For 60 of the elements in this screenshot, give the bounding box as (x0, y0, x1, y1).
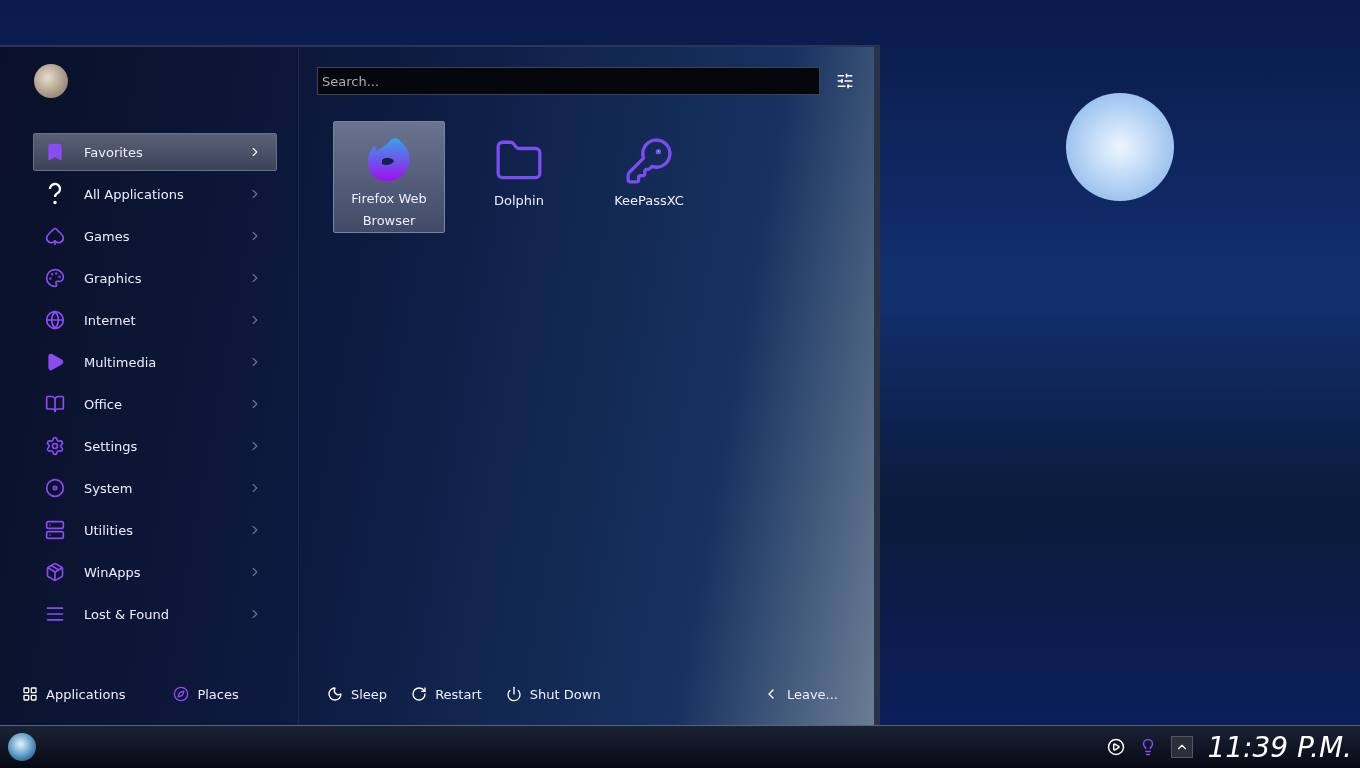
category-label: WinApps (84, 564, 142, 580)
category-item[interactable]: Games (33, 217, 277, 255)
question-mark-icon (47, 182, 63, 206)
category-label: All Applications (84, 186, 185, 202)
settings-icon (45, 436, 65, 456)
clock[interactable]: 11:39 P.M. (1207, 730, 1352, 764)
disc-icon (45, 478, 65, 498)
app-tile[interactable]: Dolphin (463, 121, 575, 233)
category-label: Internet (84, 312, 137, 328)
app-label: Dolphin (494, 192, 544, 210)
key-icon (624, 136, 674, 186)
start-orb[interactable] (8, 733, 36, 761)
category-item[interactable]: Lost & Found (33, 595, 277, 633)
grid-icon (22, 686, 38, 702)
category-label: Office (84, 396, 123, 412)
restart-icon (411, 686, 428, 702)
package-icon (45, 562, 65, 582)
app-tile[interactable]: Firefox Web Browser (333, 121, 445, 233)
category-item[interactable]: WinApps (33, 553, 277, 591)
search-field[interactable]: Search... (317, 67, 820, 95)
footer-tab[interactable]: Applications (22, 686, 126, 702)
category-item[interactable]: All Applications (33, 175, 277, 213)
category-item[interactable]: Settings (33, 427, 277, 465)
app-tile[interactable]: KeePassXC (593, 121, 705, 233)
power-button[interactable]: Sleep (327, 686, 388, 702)
power-button[interactable]: Restart (411, 686, 482, 702)
settings-icon[interactable] (836, 72, 854, 90)
server-icon (45, 520, 65, 540)
app-label: KeePassXC (614, 192, 684, 210)
category-label: Graphics (84, 270, 143, 286)
category-item[interactable]: Internet (33, 301, 277, 339)
category-item[interactable]: System (33, 469, 277, 507)
category-label: Multimedia (84, 354, 158, 370)
app-label: Firefox Web Browser (350, 190, 428, 230)
category-label: Favorites (84, 144, 144, 160)
tray-expand-button[interactable] (1171, 736, 1194, 758)
bookmark-icon (45, 142, 65, 162)
category-item[interactable]: Favorites (33, 133, 277, 171)
category-item[interactable]: Graphics (33, 259, 277, 297)
moon-icon (327, 686, 343, 702)
user-avatar[interactable] (34, 64, 68, 98)
footer-tab[interactable]: Places (173, 686, 239, 702)
category-label: System (84, 480, 134, 496)
leave-button[interactable]: Leave... (762, 686, 838, 702)
category-label: Games (84, 228, 131, 244)
power-button[interactable]: Shut Down (505, 686, 601, 702)
category-item[interactable]: Multimedia (33, 343, 277, 381)
category-label: Utilities (84, 522, 134, 538)
power-icon (505, 686, 522, 702)
book-icon (45, 394, 65, 414)
globe-icon (45, 310, 65, 330)
compass-icon (173, 686, 190, 702)
play-icon (45, 352, 65, 372)
category-label: Lost & Found (84, 606, 170, 622)
list-icon (45, 604, 65, 624)
play-icon[interactable] (1107, 738, 1126, 756)
category-item[interactable]: Office (33, 385, 277, 423)
category-label: Settings (84, 438, 139, 454)
palette-icon (45, 268, 65, 288)
category-item[interactable]: Utilities (33, 511, 277, 549)
